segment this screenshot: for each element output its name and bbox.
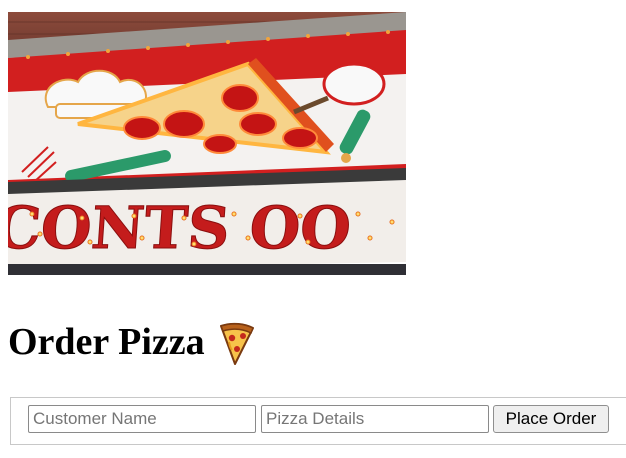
customer-name-input[interactable] (28, 405, 256, 433)
sign-lettering: CONTS OO (8, 193, 353, 262)
page-title: Order Pizza (8, 318, 255, 366)
place-order-button[interactable]: Place Order (493, 405, 609, 433)
pizza-slice-icon (217, 318, 255, 366)
pizza-details-input[interactable] (261, 405, 489, 433)
order-form: Place Order (10, 397, 626, 445)
page-title-text: Order Pizza (8, 321, 205, 363)
pizza-sign-photo: CONTS OO (8, 12, 406, 275)
